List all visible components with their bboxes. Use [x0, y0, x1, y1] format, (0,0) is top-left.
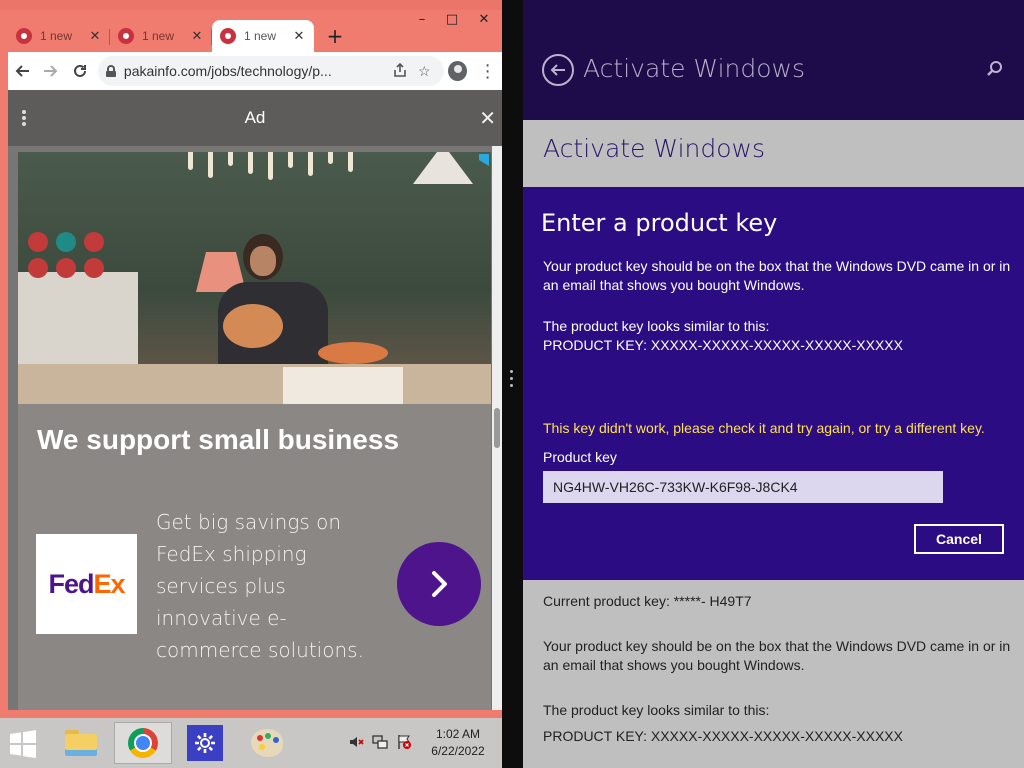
page-content: Ad ✕ We support small business FedEx Get…	[8, 90, 502, 710]
current-product-key: Current product key: *****- H49T7	[543, 593, 752, 609]
site-favicon-icon	[118, 28, 134, 44]
url-text: pakainfo.com/jobs/technology/p...	[123, 63, 332, 79]
dialog-heading: Enter a product key	[541, 209, 778, 237]
chrome-taskbar-button[interactable]	[114, 722, 172, 764]
minimize-button[interactable]: –	[408, 10, 436, 30]
info-format-label: The product key looks similar to this:	[543, 702, 770, 718]
key-format-example: PRODUCT KEY: XXXXX-XXXXX-XXXXX-XXXXX-XXX…	[543, 337, 903, 353]
tab-close-icon[interactable]: ✕	[88, 28, 102, 44]
back-button[interactable]	[8, 56, 37, 86]
back-button[interactable]	[542, 54, 574, 86]
tab-title: 1 new	[142, 29, 175, 43]
tab-strip: 1 new ✕ 1 new ✕ 1 new ✕ +	[8, 20, 350, 52]
system-clock[interactable]: 1:02 AM 6/22/2022	[420, 726, 496, 760]
chandelier-decoration	[168, 152, 418, 182]
profile-avatar-icon[interactable]	[448, 61, 468, 81]
file-explorer-button[interactable]	[52, 722, 110, 764]
chrome-icon	[128, 728, 158, 758]
menu-kebab-icon[interactable]: ⋮	[473, 56, 502, 86]
header-title: Activate Windows	[583, 54, 805, 83]
fedex-logo-tile: FedEx	[36, 534, 137, 634]
tab-title: 1 new	[244, 29, 277, 43]
ad-kitchen-photo	[18, 152, 491, 404]
search-icon[interactable]	[986, 60, 1004, 78]
window-top-strip	[0, 0, 502, 10]
volume-muted-icon[interactable]	[348, 734, 364, 750]
fedex-logo: FedEx	[48, 568, 125, 599]
ad-headline: We support small business	[37, 424, 400, 455]
browser-tab-1[interactable]: 1 new ✕	[8, 20, 110, 52]
browser-toolbar: pakainfo.com/jobs/technology/p... ☆ ⋮	[8, 52, 502, 90]
product-key-input[interactable]	[543, 471, 943, 503]
product-key-label: Product key	[543, 449, 617, 465]
network-icon[interactable]	[372, 734, 388, 750]
ad-body-text: Get big savings on FedEx shipping servic…	[156, 510, 364, 662]
adchoices-icon[interactable]	[479, 154, 489, 166]
screen: – □ ✕ 1 new ✕ 1 new ✕ 1 new ✕ + pakainfo…	[0, 0, 1024, 768]
paint-palette-icon	[251, 729, 283, 757]
bookmark-star-icon[interactable]: ☆	[412, 63, 436, 80]
paint-taskbar-button[interactable]	[238, 722, 296, 764]
ad-label: Ad	[244, 108, 266, 127]
tab-close-icon[interactable]: ✕	[190, 28, 204, 44]
tab-title: 1 new	[40, 29, 73, 43]
lock-icon	[105, 65, 116, 77]
ad-bar: Ad ✕	[8, 90, 502, 146]
reload-icon	[73, 64, 86, 77]
start-button[interactable]	[8, 730, 38, 758]
page-scrollbar[interactable]	[492, 146, 502, 710]
ad-close-icon[interactable]: ✕	[479, 106, 496, 130]
chrome-window: – □ ✕ 1 new ✕ 1 new ✕ 1 new ✕ + pakainfo…	[0, 0, 502, 718]
tab-close-icon[interactable]: ✕	[292, 28, 306, 44]
page-title: Activate Windows	[543, 134, 765, 163]
close-window-button[interactable]: ✕	[470, 10, 498, 30]
share-icon[interactable]	[388, 62, 412, 80]
back-arrow-icon	[15, 65, 30, 77]
folder-icon	[65, 730, 97, 756]
pc-settings-taskbar-button[interactable]	[176, 722, 234, 764]
gear-icon	[187, 725, 223, 761]
site-favicon-icon	[16, 28, 32, 44]
maximize-button[interactable]: □	[438, 10, 466, 30]
browser-tab-3-active[interactable]: 1 new ✕	[212, 20, 314, 52]
clock-date: 6/22/2022	[431, 744, 485, 758]
forward-button[interactable]	[37, 56, 66, 86]
site-favicon-icon	[220, 28, 236, 44]
new-tab-button[interactable]: +	[320, 20, 350, 52]
product-key-dialog: Enter a product key Your product key sho…	[523, 187, 1024, 580]
address-bar[interactable]: pakainfo.com/jobs/technology/p... ☆	[97, 56, 445, 86]
browser-tab-2[interactable]: 1 new ✕	[110, 20, 212, 52]
pc-settings-panel: Activate Windows Activate Windows Enter …	[523, 0, 1024, 768]
forward-arrow-icon	[43, 65, 58, 77]
info-format-example: PRODUCT KEY: XXXXX-XXXXX-XXXXX-XXXXX-XXX…	[543, 728, 903, 744]
key-format-label: The product key looks similar to this:	[543, 318, 770, 334]
info-description: Your product key should be on the box th…	[543, 638, 1011, 673]
action-center-flag-icon[interactable]	[396, 734, 412, 750]
clock-time: 1:02 AM	[435, 727, 481, 741]
back-arrow-icon	[550, 64, 565, 76]
dialog-description: Your product key should be on the box th…	[543, 258, 1011, 293]
key-error-message: This key didn't work, please check it an…	[543, 420, 985, 436]
pc-settings-header: Activate Windows	[523, 0, 1024, 120]
taskbar: 1:02 AM 6/22/2022	[0, 718, 502, 768]
snap-divider[interactable]	[502, 0, 523, 768]
windows-logo-icon	[10, 730, 36, 758]
reload-button[interactable]	[65, 56, 94, 86]
divider-grip-icon[interactable]	[509, 370, 515, 400]
ad-card[interactable]: We support small business FedEx Get big …	[18, 152, 491, 710]
ad-next-button[interactable]	[397, 542, 481, 626]
system-tray	[348, 734, 412, 750]
chevron-right-icon	[432, 571, 447, 597]
cancel-button[interactable]: Cancel	[914, 524, 1004, 554]
